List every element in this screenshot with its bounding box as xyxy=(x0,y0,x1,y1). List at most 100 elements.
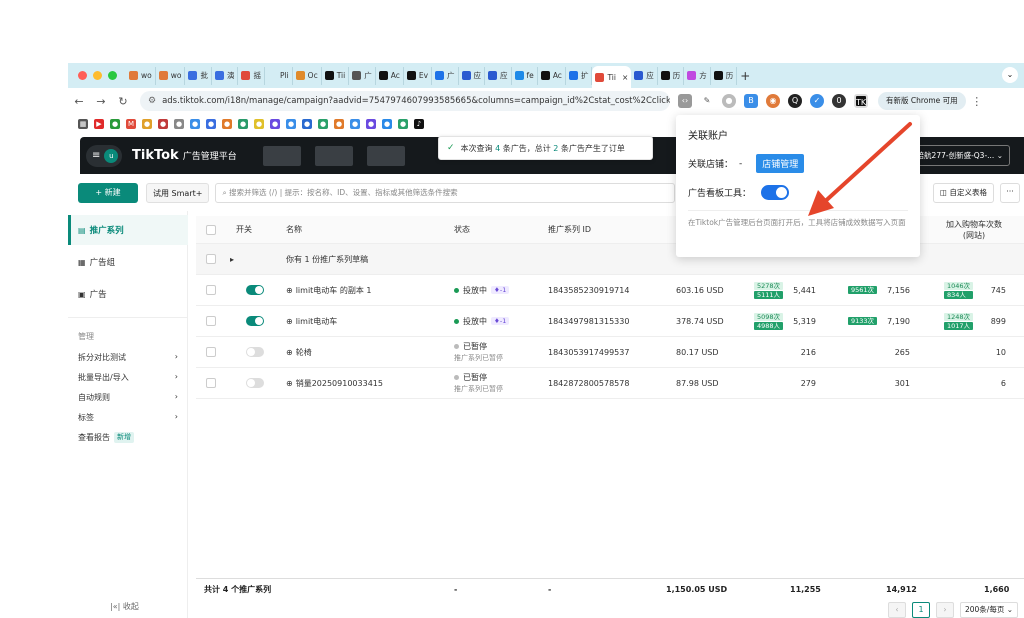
expand-triangle-icon[interactable]: ▸ xyxy=(230,244,234,274)
bookmark-icon-4[interactable]: ● xyxy=(190,118,200,129)
site-settings-icon[interactable]: ⚙ xyxy=(148,96,156,106)
bookmark-icon-3[interactable]: ● xyxy=(174,118,184,129)
account-selector[interactable]: 陪航277-创新盛-Q3-... ⌄ xyxy=(909,145,1010,166)
browser-tab[interactable]: Tii xyxy=(322,66,350,85)
draft-checkbox[interactable] xyxy=(206,254,216,264)
browser-tab[interactable]: 扩 xyxy=(566,66,593,85)
browser-tab[interactable]: 摇 xyxy=(238,66,265,85)
page-size-select[interactable]: 200条/每页 ⌄ xyxy=(959,602,1018,618)
row-checkbox[interactable] xyxy=(206,378,216,388)
campaign-toggle[interactable] xyxy=(246,285,264,295)
browser-tab[interactable]: 广 xyxy=(349,66,376,85)
browser-tab[interactable]: fe xyxy=(512,66,538,85)
table-row[interactable]: ⊕ 轮椅 已暂停 推广系列已暂停 1843053917499537 80.17 USD 21… xyxy=(196,337,1024,368)
new-tab-button[interactable]: + xyxy=(737,69,753,83)
header-name[interactable]: 名称 xyxy=(286,216,302,243)
search-extension-icon[interactable]: Q xyxy=(788,94,802,108)
sidebar-link-tags[interactable]: 标签 › xyxy=(78,412,178,423)
header-campaign-id[interactable]: 推广系列 ID xyxy=(548,216,591,243)
table-row[interactable]: ⊕ limit电动车 投放中 ♦-1 1843497981315330 378.74 US… xyxy=(196,306,1024,337)
circle-extension-icon[interactable]: ● xyxy=(722,94,736,108)
tab-search-chevron-icon[interactable]: ⌄ xyxy=(1002,67,1018,83)
back-arrow-icon[interactable]: ← xyxy=(68,95,90,108)
forward-arrow-icon[interactable]: → xyxy=(90,95,112,108)
browser-tab[interactable]: 应 xyxy=(459,66,486,85)
browser-tab[interactable]: 演 xyxy=(212,66,239,85)
campaign-name[interactable]: limit电动车 xyxy=(296,316,338,327)
tiktok-bookmark-icon[interactable]: ♪ xyxy=(414,118,424,129)
nav-item-3[interactable] xyxy=(366,145,405,166)
bookmark-icon-9[interactable]: ● xyxy=(270,118,280,129)
bookmark-icon-14[interactable]: ● xyxy=(350,118,360,129)
gmail-bookmark-icon[interactable]: M xyxy=(126,118,136,129)
extension-badge-icon[interactable]: 0 xyxy=(832,94,846,108)
b-extension-icon[interactable]: B xyxy=(744,94,758,108)
browser-tab[interactable]: Ac xyxy=(376,66,404,85)
select-all-checkbox[interactable] xyxy=(206,224,216,235)
campaign-toggle[interactable] xyxy=(246,378,264,388)
browser-tab[interactable]: 历 xyxy=(658,66,685,85)
bookmark-icon-12[interactable]: ● xyxy=(318,118,328,129)
header-cart[interactable]: 加入购物车次数 xyxy=(946,219,1002,230)
browser-tab[interactable]: 批 xyxy=(185,66,212,85)
nav-item-2[interactable] xyxy=(314,145,353,166)
close-tab-icon[interactable]: × xyxy=(622,73,628,82)
row-checkbox[interactable] xyxy=(206,285,216,295)
header-status[interactable]: 状态 xyxy=(454,216,470,243)
browser-tab[interactable]: 广 xyxy=(432,66,459,85)
chrome-menu-icon[interactable]: ⋮ xyxy=(966,95,988,108)
campaign-toggle[interactable] xyxy=(246,347,264,357)
sidebar-link-split-test[interactable]: 拆分对比测试 › xyxy=(78,352,178,363)
browser-tab[interactable]: Ev xyxy=(404,66,433,85)
prev-page-button[interactable]: ‹ xyxy=(887,602,906,618)
row-checkbox[interactable] xyxy=(206,347,216,357)
browser-tab[interactable]: Pli xyxy=(265,66,293,85)
browser-tab[interactable]: 应 xyxy=(485,66,512,85)
chrome-update-button[interactable]: 有新版 Chrome 可用 xyxy=(878,92,966,110)
code-extension-icon[interactable]: ‹› xyxy=(678,94,692,108)
pen-extension-icon[interactable]: ✎ xyxy=(700,94,714,108)
bookmark-icon-16[interactable]: ● xyxy=(382,118,392,129)
bookmark-icon-11[interactable]: ● xyxy=(302,118,312,129)
table-row[interactable]: ⊕ limit电动车 的副本 1 投放中 ♦-1 1843585230919714 603… xyxy=(196,275,1024,306)
bookmark-icon-8[interactable]: ● xyxy=(254,118,264,129)
sidebar-item-ads[interactable]: ▣ 广告 xyxy=(68,279,188,309)
bookmark-icon-5[interactable]: ● xyxy=(206,118,216,129)
more-button[interactable]: ··· xyxy=(1000,183,1020,203)
smart-plus-button[interactable]: 试用 Smart+ xyxy=(146,183,210,203)
sidebar-item-adgroups[interactable]: ▦ 广告组 xyxy=(68,247,188,277)
collapse-sidebar-button[interactable]: |«| 收起 xyxy=(110,601,139,612)
browser-tab[interactable]: 应 xyxy=(631,66,658,85)
campaign-name[interactable]: 销量20250910033415 xyxy=(296,378,383,389)
bookmark-icon-6[interactable]: ● xyxy=(222,118,232,129)
row-checkbox[interactable] xyxy=(206,316,216,326)
table-row[interactable]: ⊕ 销量20250910033415 已暂停 推广系列已暂停 1842872800578… xyxy=(196,368,1024,399)
bookmark-icon-10[interactable]: ● xyxy=(286,118,296,129)
campaign-name[interactable]: 轮椅 xyxy=(296,347,312,358)
globe-extension-icon[interactable]: ◉ xyxy=(766,94,780,108)
browser-tab[interactable]: wo xyxy=(126,66,156,85)
browser-tab[interactable]: Oc xyxy=(293,66,322,85)
maximize-window-button[interactable] xyxy=(108,71,117,80)
browser-tab[interactable]: Tii × xyxy=(592,66,632,88)
maps-bookmark-icon[interactable]: ● xyxy=(110,118,120,129)
nav-item-1[interactable] xyxy=(262,145,301,166)
sidebar-item-campaigns[interactable]: ▤ 推广系列 xyxy=(68,215,188,245)
sidebar-link-rules[interactable]: 自动规则 › xyxy=(78,392,178,403)
bookmark-icon-1[interactable]: ● xyxy=(142,118,152,129)
campaign-toggle[interactable] xyxy=(246,316,264,326)
create-button[interactable]: + 新建 xyxy=(78,183,138,203)
sidebar-link-bulk[interactable]: 批量导出/导入 › xyxy=(78,372,178,383)
browser-tab[interactable]: wo xyxy=(156,66,186,85)
menu-button[interactable]: ≡ u xyxy=(86,144,122,167)
bookmark-icon-13[interactable]: ● xyxy=(334,118,344,129)
url-field[interactable]: ⚙ ads.tiktok.com/i18n/manage/campaign?aa… xyxy=(140,91,670,111)
browser-tab[interactable]: Ac xyxy=(538,66,566,85)
dashboard-tool-toggle[interactable] xyxy=(761,185,790,200)
search-input[interactable]: ⌕ 搜索并筛选 (/) | 提示：按名称、ID、设置、指标或其他筛选条件搜索 xyxy=(215,183,676,203)
bookmark-icon-17[interactable]: ● xyxy=(398,118,408,129)
youtube-bookmark-icon[interactable]: ▶ xyxy=(94,118,104,129)
bookmark-icon-15[interactable]: ● xyxy=(366,118,376,129)
tiktok-logo[interactable]: TikTok xyxy=(132,148,179,163)
minimize-window-button[interactable] xyxy=(93,71,102,80)
